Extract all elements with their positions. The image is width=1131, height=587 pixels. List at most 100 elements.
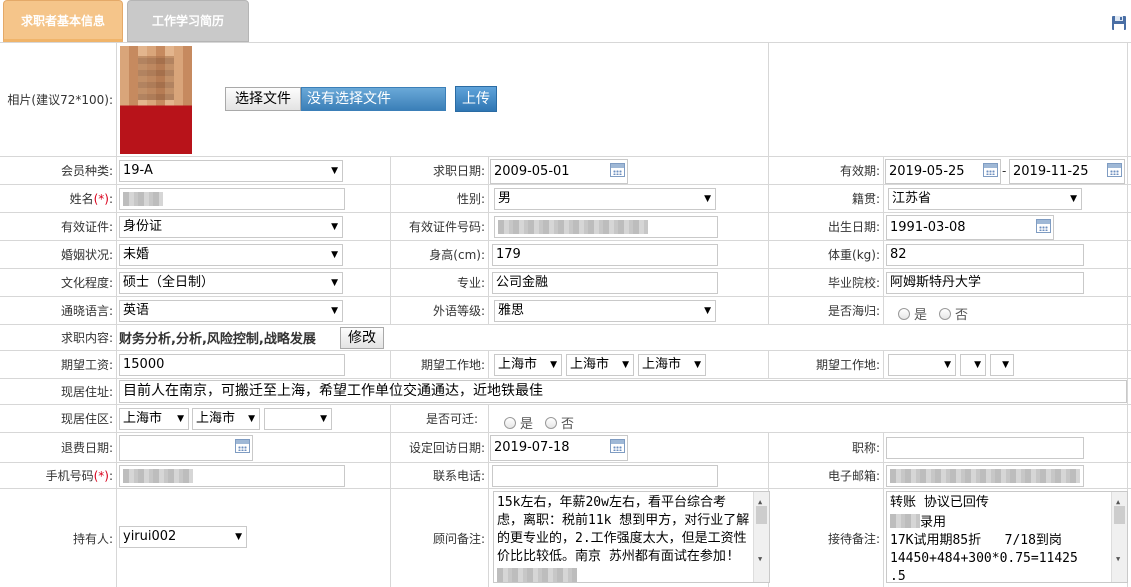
- expected-province-select[interactable]: 上海市: [494, 354, 562, 376]
- expected-city-select[interactable]: 上海市: [566, 354, 634, 376]
- language-level-label: 外语等级:: [432, 304, 485, 318]
- address-label: 现居住址:: [60, 385, 113, 399]
- native-place-select[interactable]: 江苏省: [888, 188, 1082, 210]
- relocate-yes-radio[interactable]: [504, 416, 516, 429]
- tab-basic-info[interactable]: 求职者基本信息: [3, 0, 123, 42]
- height-input[interactable]: 179: [492, 244, 718, 266]
- member-type-select[interactable]: 19-A: [119, 160, 343, 182]
- returnee-no-label: 否: [955, 308, 969, 323]
- district-city-select[interactable]: 上海市: [192, 408, 260, 430]
- id-type-select[interactable]: 身份证: [119, 216, 343, 238]
- job-content-label: 求职内容:: [60, 331, 113, 345]
- consultant-note-label: 顾问备注:: [432, 531, 485, 546]
- expected-district2-select[interactable]: [990, 354, 1014, 376]
- upload-button[interactable]: 上传: [455, 86, 497, 112]
- returnee-no-radio[interactable]: [939, 307, 952, 320]
- row-contact: 手机号码 (*): 联系电话: 电子邮箱:: [0, 463, 1131, 489]
- valid-period-label: 有效期:: [839, 164, 880, 178]
- relocate-radio-group: 是 否: [504, 413, 574, 432]
- marital-select[interactable]: 未婚: [119, 244, 343, 266]
- relocate-no-label: 否: [561, 417, 575, 432]
- returnee-label: 是否海归:: [827, 304, 880, 318]
- phone-input[interactable]: [492, 465, 718, 487]
- photo-label: 相片(建议72*100):: [7, 93, 113, 107]
- job-date-input[interactable]: 2009-05-01: [490, 159, 628, 184]
- returnee-yes-label: 是: [914, 308, 928, 323]
- name-input[interactable]: [119, 188, 345, 210]
- photo-row: 相片(建议72*100): 选择文件 没有选择文件 上传: [0, 43, 1131, 157]
- row-member-type: 会员种类: 19-A 求职日期: 2009-05-01 有效期: 2019-05…: [0, 157, 1131, 185]
- calendar-icon[interactable]: [1036, 219, 1051, 233]
- modify-button[interactable]: 修改: [340, 327, 384, 349]
- title-label: 职称:: [851, 441, 880, 455]
- language-label: 通晓语言:: [60, 304, 113, 318]
- choose-file-button[interactable]: 选择文件: [225, 87, 301, 111]
- job-date-label: 求职日期:: [432, 164, 485, 178]
- expected-city2-select[interactable]: [960, 354, 986, 376]
- language-level-select[interactable]: 雅思: [494, 300, 716, 322]
- gender-select[interactable]: 男: [494, 188, 716, 210]
- expected-salary-input[interactable]: 15000: [119, 354, 345, 376]
- holder-label: 持有人:: [72, 531, 113, 546]
- calendar-icon[interactable]: [1107, 163, 1122, 177]
- row-id: 有效证件: 身份证 有效证件号码: 出生日期: 1991-03-08: [0, 213, 1131, 241]
- id-number-label: 有效证件号码:: [408, 220, 485, 234]
- calendar-icon[interactable]: [610, 439, 625, 453]
- weight-input[interactable]: 82: [886, 244, 1084, 266]
- district-area-select[interactable]: [264, 408, 332, 430]
- birth-date-label: 出生日期:: [827, 220, 880, 234]
- language-select[interactable]: 英语: [119, 300, 343, 322]
- district-label: 现居住区:: [60, 412, 113, 426]
- calendar-icon[interactable]: [235, 439, 250, 453]
- row-education: 文化程度: 硕士（全日制） 专业: 公司金融 毕业院校: 阿姆斯特丹大学: [0, 269, 1131, 297]
- school-label: 毕业院校:: [827, 276, 880, 290]
- name-label: 姓名 (*):: [69, 191, 113, 207]
- native-place-label: 籍贯:: [851, 192, 880, 206]
- refund-date-input[interactable]: [119, 435, 253, 461]
- revisit-date-input[interactable]: 2019-07-18: [490, 435, 628, 461]
- member-type-label: 会员种类:: [60, 164, 113, 178]
- school-input[interactable]: 阿姆斯特丹大学: [886, 272, 1084, 294]
- tab-bar: 求职者基本信息 工作学习简历: [0, 0, 1131, 42]
- tab-work-history[interactable]: 工作学习简历: [127, 0, 249, 42]
- email-input[interactable]: [886, 465, 1084, 487]
- expected-location2-label: 期望工作地:: [815, 358, 880, 372]
- returnee-yes-radio[interactable]: [898, 307, 910, 320]
- education-select[interactable]: 硕士（全日制）: [119, 272, 343, 294]
- calendar-icon[interactable]: [610, 163, 625, 177]
- row-marital: 婚姻状况: 未婚 身高(cm): 179 体重(kg): 82: [0, 241, 1131, 269]
- refund-date-label: 退费日期:: [60, 441, 113, 455]
- major-input[interactable]: 公司金融: [492, 272, 718, 294]
- revisit-date-label: 设定回访日期:: [408, 441, 485, 455]
- mobile-input[interactable]: [119, 465, 345, 487]
- valid-to-input[interactable]: 2019-11-25: [1009, 159, 1125, 184]
- birth-date-input[interactable]: 1991-03-08: [886, 215, 1054, 240]
- row-name: 姓名(*): 性别: 男 籍贯: 江苏省: [0, 185, 1131, 213]
- id-number-input[interactable]: [494, 216, 718, 238]
- id-type-label: 有效证件:: [60, 220, 113, 234]
- expected-district-select[interactable]: 上海市: [638, 354, 706, 376]
- district-province-select[interactable]: 上海市: [119, 408, 189, 430]
- calendar-icon[interactable]: [983, 163, 998, 177]
- valid-from-input[interactable]: 2019-05-25: [885, 159, 1001, 184]
- applicant-form: 相片(建议72*100): 选择文件 没有选择文件 上传 会员种类: 19-A …: [0, 42, 1131, 587]
- reception-note-textarea[interactable]: 转账 协议已回传 录用 17K试用期85折 7/18到岗 14450+484+300*…: [886, 491, 1128, 583]
- relocate-no-radio[interactable]: [545, 416, 558, 429]
- applicant-photo: [120, 46, 192, 154]
- scrollbar[interactable]: [1111, 492, 1127, 582]
- address-input[interactable]: 目前人在南京，可搬迁至上海，希望工作单位交通通达，近地铁最佳: [119, 380, 1127, 403]
- education-label: 文化程度:: [60, 276, 113, 290]
- expected-province2-select[interactable]: [888, 354, 956, 376]
- marital-label: 婚姻状况:: [60, 248, 113, 262]
- holder-select[interactable]: yirui002: [119, 526, 247, 548]
- scrollbar[interactable]: [753, 492, 769, 582]
- row-address: 现居住址: 目前人在南京，可搬迁至上海，希望工作单位交通通达，近地铁最佳: [0, 379, 1131, 405]
- row-language: 通晓语言: 英语 外语等级: 雅思 是否海归: 是 否: [0, 297, 1131, 325]
- phone-label: 联系电话:: [432, 469, 485, 483]
- save-icon[interactable]: [1111, 15, 1127, 31]
- job-content-value: 财务分析,分析,风险控制,战略发展: [119, 332, 316, 347]
- title-input[interactable]: [886, 437, 1084, 459]
- consultant-note-textarea[interactable]: 15k左右，年薪20w左右，看平台综合考虑，离职：税前11k 想到甲方，对行业了…: [493, 491, 770, 583]
- gender-label: 性别:: [456, 192, 485, 206]
- row-refund: 退费日期: 设定回访日期: 2019-07-18 职称:: [0, 433, 1131, 463]
